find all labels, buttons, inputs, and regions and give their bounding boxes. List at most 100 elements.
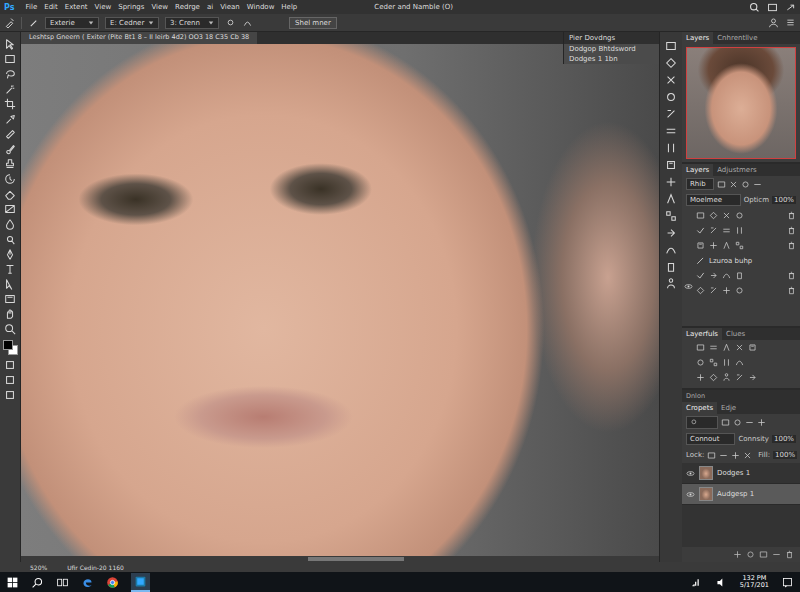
adjustment-icon[interactable] bbox=[696, 286, 705, 295]
filter-icon[interactable] bbox=[741, 180, 750, 189]
panel-toggle-icon[interactable] bbox=[665, 193, 677, 205]
panel-toggle-icon[interactable] bbox=[665, 227, 677, 239]
trash-icon[interactable] bbox=[787, 226, 796, 235]
adjustment-icon[interactable] bbox=[696, 241, 705, 250]
trash-icon[interactable] bbox=[787, 241, 796, 250]
adjustment-icon[interactable] bbox=[709, 286, 718, 295]
panel-toggle-icon[interactable] bbox=[665, 176, 677, 188]
adjustment-icon[interactable] bbox=[709, 211, 718, 220]
layer-name[interactable]: Dodges 1 bbox=[717, 469, 750, 477]
lock-icon[interactable] bbox=[743, 451, 752, 460]
blend-dropdown[interactable]: Moelmee bbox=[686, 194, 741, 206]
tool-preset-icon[interactable] bbox=[4, 17, 15, 28]
tool-icon[interactable] bbox=[4, 83, 16, 95]
tool-icon[interactable] bbox=[4, 293, 16, 305]
notifications-icon[interactable] bbox=[781, 576, 794, 589]
tool-icon[interactable] bbox=[4, 128, 16, 140]
tool-icon[interactable] bbox=[4, 98, 16, 110]
tool-icon[interactable] bbox=[4, 173, 16, 185]
style-icon[interactable] bbox=[709, 373, 718, 382]
panel-tab[interactable]: Edje bbox=[717, 402, 740, 414]
menu-item[interactable]: Viean bbox=[220, 3, 240, 11]
panel-toggle-icon[interactable] bbox=[665, 108, 677, 120]
panel-tab[interactable]: Layers bbox=[682, 32, 713, 44]
app-logo[interactable]: Ps bbox=[4, 3, 14, 12]
adjustment-icon[interactable] bbox=[735, 286, 744, 295]
style-icon[interactable] bbox=[709, 343, 718, 352]
trash-icon[interactable] bbox=[787, 211, 796, 220]
style-icon[interactable] bbox=[735, 358, 744, 367]
menu-item[interactable]: Help bbox=[281, 3, 297, 11]
panel-toggle-icon[interactable] bbox=[665, 261, 677, 273]
panel-toggle-icon[interactable] bbox=[665, 91, 677, 103]
adjustment-icon[interactable] bbox=[735, 271, 744, 280]
color-swatches[interactable] bbox=[3, 340, 17, 354]
chrome-icon[interactable] bbox=[106, 576, 119, 589]
panel-toggle-icon[interactable] bbox=[665, 278, 677, 290]
fill-value[interactable]: 100% bbox=[773, 451, 797, 459]
tool-icon[interactable] bbox=[4, 158, 16, 170]
panel-tab[interactable]: Cropets bbox=[682, 402, 717, 414]
brush-icon[interactable] bbox=[28, 17, 39, 28]
style-icon[interactable] bbox=[696, 373, 705, 382]
menu-item[interactable]: Springs bbox=[118, 3, 144, 11]
mode-icon[interactable] bbox=[4, 389, 16, 401]
clock[interactable]: 132 PM 5/17/201 bbox=[740, 575, 769, 589]
airbrush-icon[interactable] bbox=[225, 17, 236, 28]
document-tab[interactable]: Leshtsp Gneern ( Exiter (Pite Bt1 8 – II… bbox=[21, 32, 257, 44]
adjustment-icon[interactable] bbox=[709, 226, 718, 235]
filter-icon[interactable] bbox=[757, 418, 766, 427]
zoom-level[interactable]: 520% bbox=[30, 564, 47, 571]
tool-icon[interactable] bbox=[4, 323, 16, 335]
style-icon[interactable] bbox=[735, 373, 744, 382]
layer-row[interactable]: Audgesp 1 bbox=[682, 484, 800, 505]
adjustment-icon[interactable] bbox=[735, 241, 744, 250]
panel-toggle-icon[interactable] bbox=[665, 159, 677, 171]
panel-tab[interactable]: Layerfuls bbox=[682, 328, 722, 340]
panel-header[interactable]: Dnlon bbox=[682, 390, 709, 402]
network-icon[interactable] bbox=[690, 576, 703, 589]
filter-icon[interactable] bbox=[733, 418, 742, 427]
mode-icon[interactable] bbox=[4, 374, 16, 386]
volume-icon[interactable] bbox=[715, 576, 728, 589]
photoshop-taskbar-item[interactable] bbox=[131, 573, 150, 592]
menu-item[interactable]: File bbox=[25, 3, 37, 11]
menu-item[interactable]: Edit bbox=[44, 3, 58, 11]
lock-icon[interactable] bbox=[707, 451, 716, 460]
style-icon[interactable] bbox=[709, 358, 718, 367]
search-icon[interactable] bbox=[31, 576, 44, 589]
style-icon[interactable] bbox=[722, 358, 731, 367]
check-icon[interactable] bbox=[696, 271, 705, 280]
tool-icon[interactable] bbox=[4, 53, 16, 65]
style-icon[interactable] bbox=[722, 373, 731, 382]
edge-icon[interactable] bbox=[81, 576, 94, 589]
menu-item[interactable]: Window bbox=[247, 3, 275, 11]
pressure-icon[interactable] bbox=[242, 17, 253, 28]
scroll-thumb[interactable] bbox=[308, 557, 404, 561]
panel-title[interactable]: Pier Dovdngs bbox=[564, 32, 659, 44]
option-button[interactable]: Shel mner bbox=[289, 17, 337, 29]
style-icon[interactable] bbox=[722, 343, 731, 352]
tool-icon[interactable] bbox=[4, 113, 16, 125]
filter-icon[interactable] bbox=[753, 180, 762, 189]
opacity-value[interactable]: 100% bbox=[772, 435, 796, 443]
panel-toggle-icon[interactable] bbox=[665, 74, 677, 86]
task-view-icon[interactable] bbox=[56, 576, 69, 589]
panel-tab[interactable]: Layers bbox=[682, 164, 713, 176]
filter-icon[interactable] bbox=[729, 180, 738, 189]
panel-row[interactable]: Dodges 1 1bn bbox=[564, 54, 659, 64]
style-icon[interactable] bbox=[748, 343, 757, 352]
adjustment-icon[interactable] bbox=[722, 211, 731, 220]
style-icon[interactable] bbox=[696, 358, 705, 367]
search-icon[interactable] bbox=[749, 2, 760, 13]
panel-toggle-icon[interactable] bbox=[665, 125, 677, 137]
lock-icon[interactable] bbox=[731, 451, 740, 460]
check-icon[interactable] bbox=[696, 226, 705, 235]
trash-icon[interactable] bbox=[787, 271, 796, 280]
adjustment-icon[interactable] bbox=[722, 241, 731, 250]
workspace-icon[interactable] bbox=[767, 2, 778, 13]
tool-icon[interactable] bbox=[4, 218, 16, 230]
layer-action-icon[interactable] bbox=[759, 550, 768, 559]
visibility-toggle[interactable] bbox=[684, 282, 693, 293]
filter-icon[interactable] bbox=[717, 180, 726, 189]
